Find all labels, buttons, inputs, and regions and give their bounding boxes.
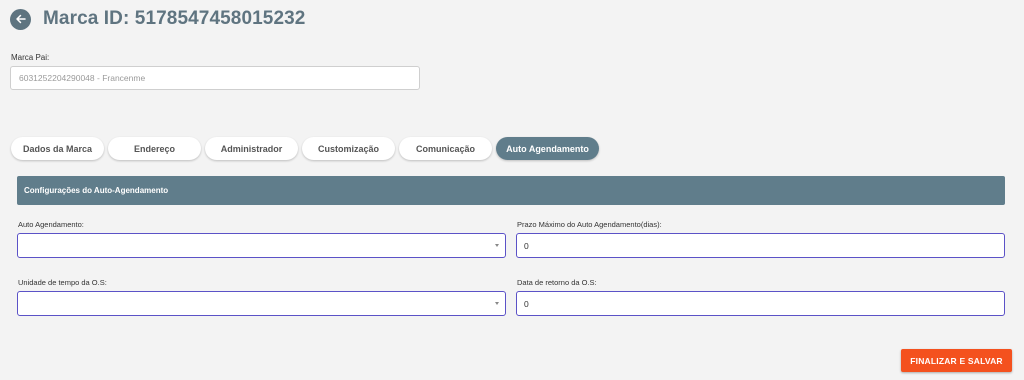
back-button[interactable] <box>10 8 31 30</box>
section-header: Configurações do Auto-Agendamento <box>17 176 1005 205</box>
finalizar-salvar-button[interactable]: FINALIZAR E SALVAR <box>901 349 1012 372</box>
unidade-tempo-select[interactable] <box>17 291 506 316</box>
page-header: Marca ID: 5178547458015232 <box>10 8 305 30</box>
tab-administrador[interactable]: Administrador <box>205 137 298 160</box>
tab-bar: Dados da Marca Endereço Administrador Cu… <box>11 137 603 160</box>
tab-endereco[interactable]: Endereço <box>108 137 201 160</box>
auto-agendamento-select[interactable] <box>17 233 506 258</box>
prazo-maximo-input[interactable]: 0 <box>516 233 1005 258</box>
arrow-left-icon <box>15 14 26 24</box>
tab-customizacao[interactable]: Customização <box>302 137 395 160</box>
caret-down-icon <box>495 302 499 305</box>
prazo-maximo-label: Prazo Máximo do Auto Agendamento(dias): <box>517 220 662 229</box>
data-retorno-label: Data de retorno da O.S: <box>517 278 597 287</box>
parent-brand-field[interactable]: 6031252204290048 - Francenme <box>10 66 420 90</box>
data-retorno-input[interactable]: 0 <box>516 291 1005 316</box>
auto-agendamento-label: Auto Agendamento: <box>18 220 84 229</box>
parent-brand-label: Marca Pai: <box>11 53 50 62</box>
caret-down-icon <box>495 244 499 247</box>
page-title: Marca ID: 5178547458015232 <box>43 8 306 29</box>
section-title: Configurações do Auto-Agendamento <box>24 186 169 195</box>
unidade-tempo-label: Unidade de tempo da O.S: <box>18 278 107 287</box>
tab-comunicacao[interactable]: Comunicação <box>399 137 492 160</box>
tab-auto-agendamento[interactable]: Auto Agendamento <box>496 137 599 160</box>
tab-dados-da-marca[interactable]: Dados da Marca <box>11 137 104 160</box>
